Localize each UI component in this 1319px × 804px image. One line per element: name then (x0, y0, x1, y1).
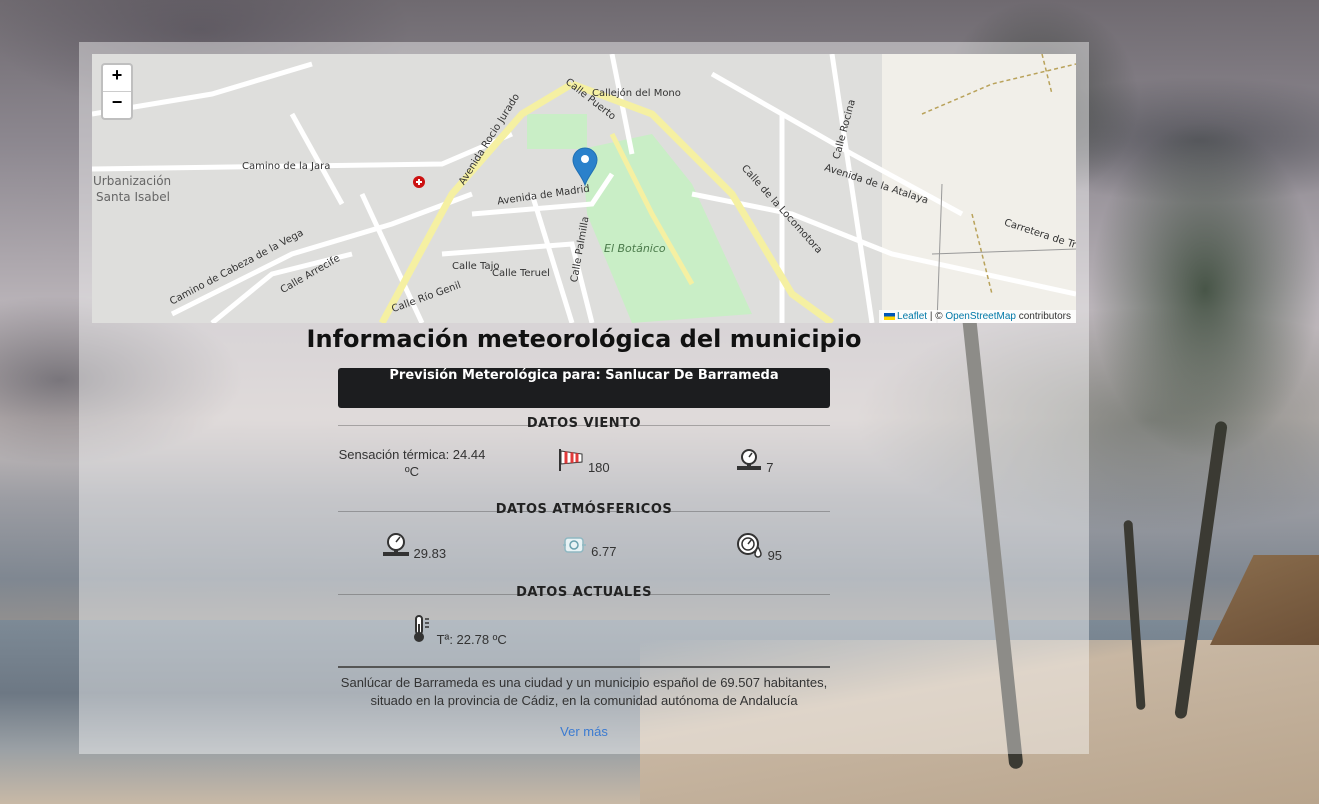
map-label: Santa Isabel (96, 190, 170, 204)
section-title: DATOS VIENTO (526, 416, 642, 431)
description-line: situado en la provincia de Cádiz, en la … (370, 693, 798, 708)
municipality-description: Sanlúcar de Barrameda es una ciudad y un… (338, 674, 830, 710)
attribution-suffix: contributors (1015, 311, 1071, 322)
visibility-value: 6.77 (591, 544, 617, 559)
palm-fronds (1090, 120, 1319, 460)
zoom-in-button[interactable]: + (103, 65, 131, 91)
pressure-gauge-icon (735, 448, 763, 475)
section-title: DATOS ATMÓSFERICOS (495, 502, 673, 517)
map-label: Camino de la Jara (242, 161, 331, 172)
ukraine-flag-icon (884, 312, 896, 320)
content-panel: Urbanización Santa Isabel El Botánico Av… (79, 42, 1089, 754)
map-label: Urbanización (93, 174, 172, 188)
section-title: DATOS ACTUALES (516, 585, 652, 600)
map-attribution: Leaflet | © OpenStreetMap contributors (879, 310, 1076, 323)
section-heading-atmosfericos: DATOS ATMÓSFERICOS (338, 502, 830, 522)
thermometer-icon (411, 614, 433, 647)
map-label: Callejón del Mono (592, 88, 681, 99)
section-heading-actuales: DATOS ACTUALES (338, 585, 830, 605)
barometer-icon (382, 532, 410, 561)
divider (338, 666, 830, 668)
map[interactable]: Urbanización Santa Isabel El Botánico Av… (92, 54, 1076, 323)
zoom-out-button[interactable]: − (103, 91, 131, 118)
windsock-icon (558, 448, 584, 475)
description-line: Sanlúcar de Barrameda es una ciudad y un… (340, 675, 828, 690)
page-title: Información meteorológica del municipio (306, 325, 862, 353)
map-label: El Botánico (604, 242, 666, 255)
current-temperature: Tª: 22.78 ºC (404, 614, 514, 647)
humidity-value: 95 (767, 548, 783, 563)
visibility-icon (562, 534, 588, 559)
map-label: Calle Teruel (492, 268, 550, 279)
leaflet-link[interactable]: Leaflet (897, 311, 927, 322)
visibility: 6.77 (544, 534, 634, 559)
wind-direction: 180 (534, 448, 634, 475)
zoom-control: + − (101, 63, 133, 120)
pressure-value: 29.83 (413, 546, 447, 561)
pressure: 29.83 (364, 532, 464, 561)
read-more-link[interactable]: Ver más (79, 724, 1089, 739)
wind-direction-value: 180 (587, 460, 610, 475)
forecast-banner: Previsión Meterológica para: Sanlucar De… (338, 368, 830, 408)
temperature-value: Tª: 22.78 ºC (436, 632, 507, 647)
wind-chill-value: Sensación térmica: 24.44 ºC (338, 447, 486, 479)
wind-speed: 7 (714, 448, 794, 475)
humidity-gauge-icon (736, 532, 764, 563)
osm-link[interactable]: OpenStreetMap (945, 311, 1016, 322)
attribution-separator: | © (927, 311, 946, 322)
section-heading-viento: DATOS VIENTO (338, 416, 830, 436)
humidity: 95 (719, 532, 799, 563)
wind-speed-value: 7 (766, 460, 774, 475)
wind-chill: Sensación térmica: 24.44 ºC (338, 446, 486, 480)
